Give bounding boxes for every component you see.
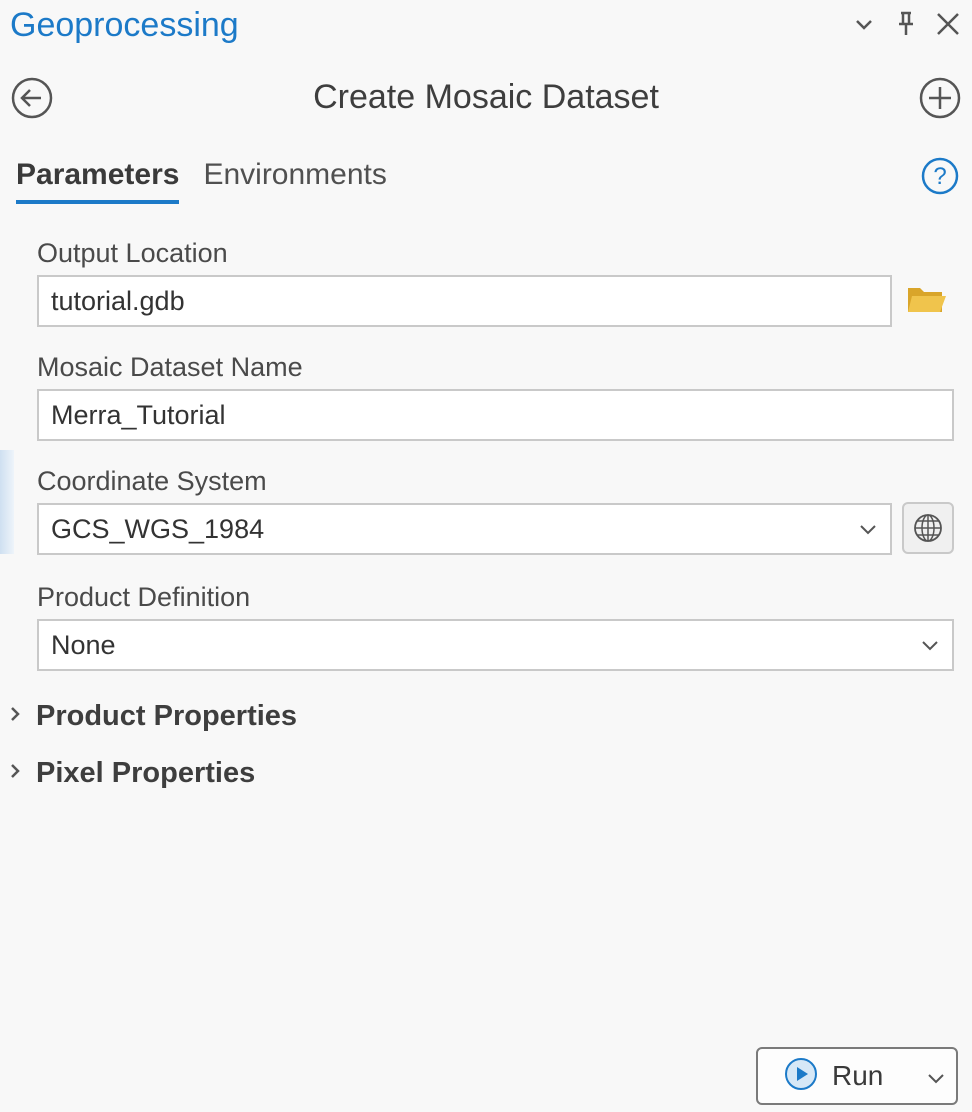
param-coordinate-system: Coordinate System GCS_WGS_1984 <box>37 466 892 555</box>
tab-parameters[interactable]: Parameters <box>16 158 180 204</box>
chevron-down-icon[interactable] <box>850 8 878 40</box>
product-definition-select[interactable]: None <box>37 619 954 671</box>
chevron-down-icon <box>920 633 940 664</box>
tab-environments[interactable]: Environments <box>203 158 386 204</box>
mosaic-name-field[interactable]: Merra_Tutorial <box>37 389 954 441</box>
param-output-location: Output Location tutorial.gdb <box>37 238 972 327</box>
folder-icon[interactable] <box>906 280 948 320</box>
svg-text:?: ? <box>933 163 946 190</box>
output-location-field[interactable]: tutorial.gdb <box>37 275 892 327</box>
tool-title: Create Mosaic Dataset <box>313 78 659 116</box>
param-mosaic-name: Mosaic Dataset Name Merra_Tutorial <box>37 352 954 441</box>
run-label: Run <box>832 1060 884 1091</box>
close-icon[interactable] <box>934 8 962 40</box>
add-icon[interactable] <box>918 76 962 120</box>
section-pixel-properties[interactable]: Pixel Properties <box>8 757 255 790</box>
coordinate-system-select[interactable]: GCS_WGS_1984 <box>37 503 892 555</box>
pane-title: Geoprocessing <box>10 6 239 44</box>
run-button[interactable]: Run <box>756 1047 958 1105</box>
play-icon <box>784 1057 818 1096</box>
tab-bar: Parameters Environments <box>16 158 387 204</box>
chevron-right-icon <box>8 704 22 729</box>
product-definition-label: Product Definition <box>37 582 251 612</box>
globe-icon[interactable] <box>902 502 954 554</box>
tool-header: Create Mosaic Dataset <box>0 70 972 126</box>
product-definition-value: None <box>51 629 116 660</box>
chevron-right-icon <box>8 761 22 786</box>
param-product-definition: Product Definition None <box>37 582 954 671</box>
chevron-down-icon <box>858 517 878 548</box>
section-label: Product Properties <box>36 700 298 732</box>
coordinate-system-label: Coordinate System <box>37 466 267 496</box>
pin-icon[interactable] <box>892 8 920 40</box>
output-location-label: Output Location <box>37 238 228 268</box>
chevron-down-icon[interactable] <box>926 1067 946 1094</box>
section-label: Pixel Properties <box>36 757 256 789</box>
help-icon[interactable]: ? <box>920 156 960 196</box>
selection-indicator <box>0 450 14 554</box>
mosaic-name-label: Mosaic Dataset Name <box>37 352 303 382</box>
window-controls <box>850 8 962 40</box>
section-product-properties[interactable]: Product Properties <box>8 700 297 733</box>
coordinate-system-value: GCS_WGS_1984 <box>51 513 265 544</box>
